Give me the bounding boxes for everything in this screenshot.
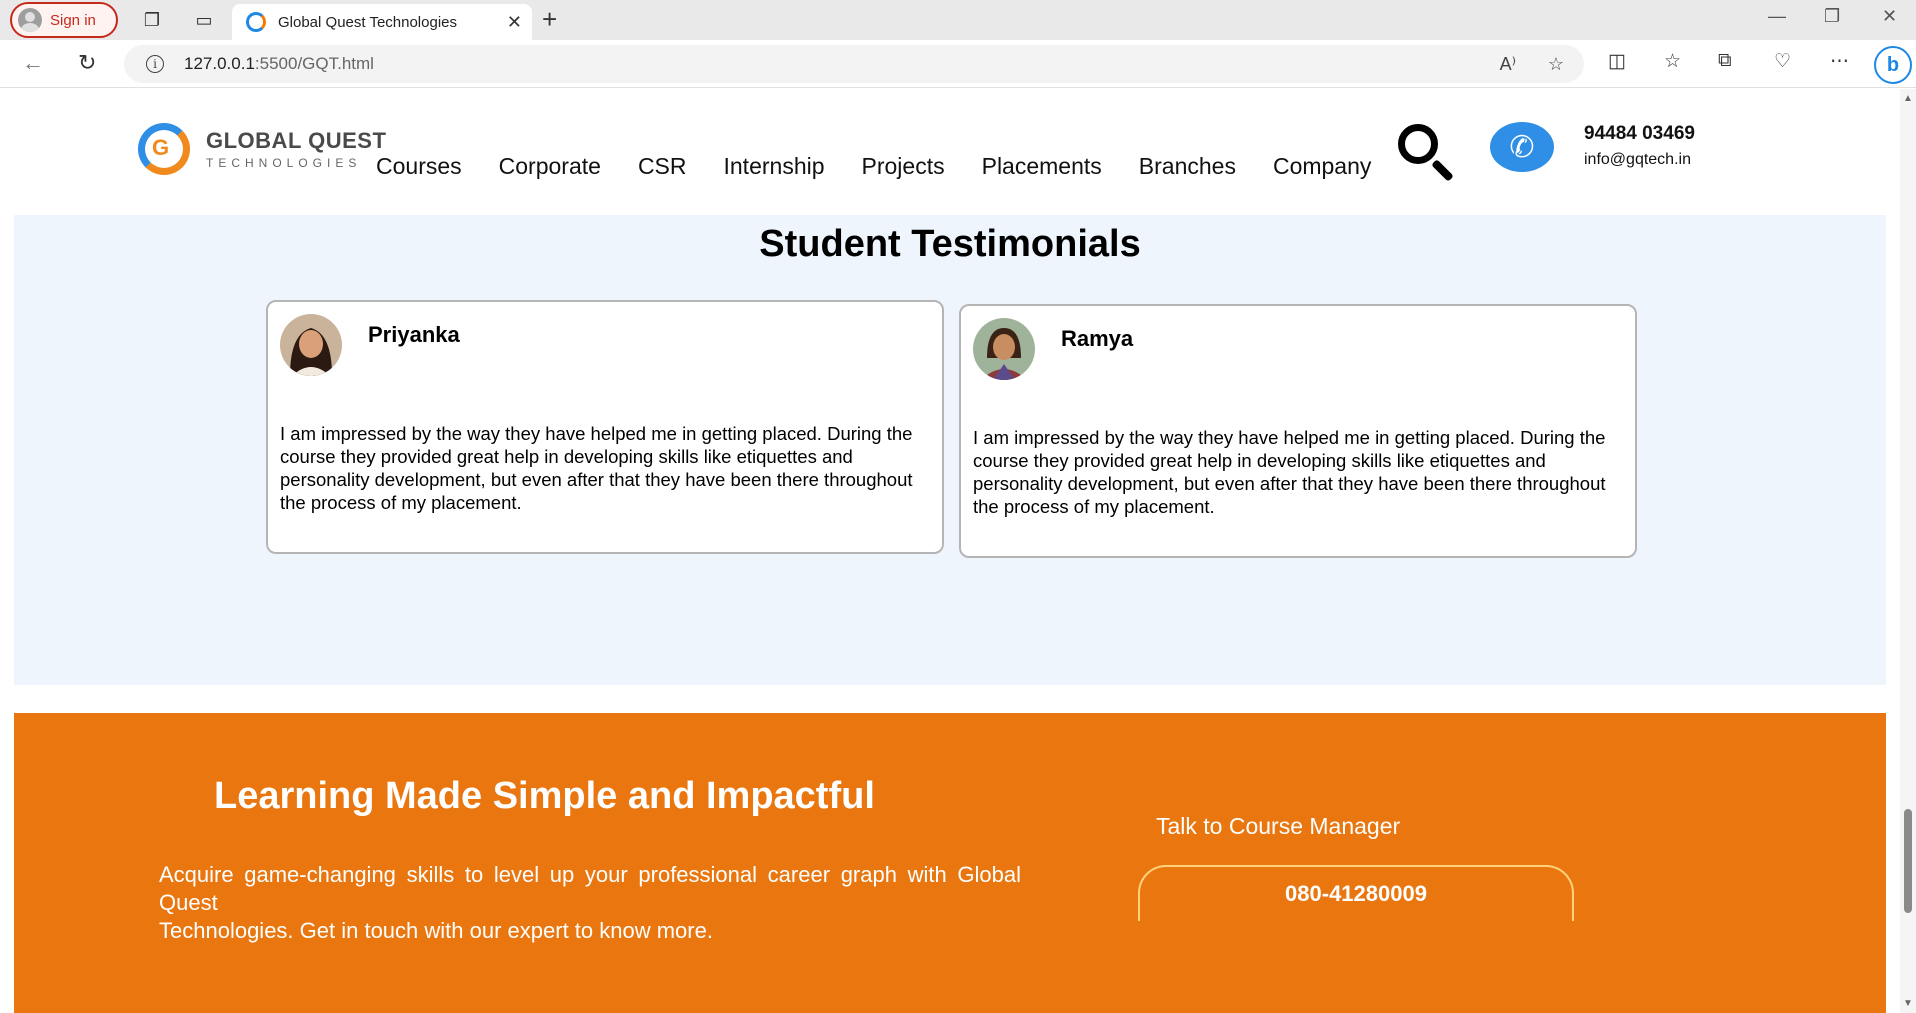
cta-title: Learning Made Simple and Impactful (214, 775, 875, 817)
testimonial-quote: I am impressed by the way they have help… (280, 423, 913, 513)
nav-company[interactable]: Company (1273, 153, 1371, 180)
collections-icon[interactable]: ⧉ (1718, 50, 1732, 72)
header-email[interactable]: info@gqtech.in (1584, 151, 1695, 169)
scroll-down-icon[interactable]: ▼ (1903, 998, 1913, 1009)
nav-csr[interactable]: CSR (638, 153, 687, 180)
workspaces-icon[interactable]: ❐ (140, 8, 164, 32)
avatar (973, 318, 1035, 380)
testimonial-name: Ramya (1061, 326, 1134, 351)
talk-to-manager-label: Talk to Course Manager (1156, 813, 1401, 839)
main-nav: Courses Corporate CSR Internship Project… (376, 153, 1408, 180)
scrollbar-thumb[interactable] (1904, 809, 1912, 913)
tab-actions-icon[interactable]: ▭ (192, 8, 216, 32)
nav-projects[interactable]: Projects (862, 153, 945, 180)
nav-internship[interactable]: Internship (724, 153, 825, 180)
favorites-icon[interactable]: ☆ (1664, 50, 1681, 73)
testimonial-quote: I am impressed by the way they have help… (973, 427, 1606, 517)
search-icon[interactable] (1396, 122, 1456, 182)
cta-text-line2: Technologies. Get in touch with our expe… (159, 918, 713, 943)
url-host: 127.0.0.1 (184, 54, 255, 73)
logo-line2: TECHNOLOGIES (206, 156, 362, 170)
url-text: 127.0.0.1:5500/GQT.html (184, 54, 374, 74)
read-aloud-icon[interactable]: A⁾ (1500, 54, 1516, 75)
refresh-icon[interactable]: ↻ (78, 50, 96, 76)
split-screen-icon[interactable]: ◫ (1608, 50, 1626, 73)
profile-avatar-icon (18, 8, 42, 32)
testimonial-card: Ramya I am impressed by the way they hav… (959, 304, 1637, 558)
site-favicon-icon (246, 12, 266, 32)
close-window-icon[interactable]: ✕ (1882, 6, 1897, 27)
browser-tab-strip: Sign in ❐ ▭ Global Quest Technologies ✕ … (0, 0, 1916, 40)
url-path: :5500/GQT.html (254, 54, 374, 73)
nav-corporate[interactable]: Corporate (499, 153, 601, 180)
minimize-icon[interactable]: — (1768, 6, 1786, 27)
address-toolbar: ← ↻ i 127.0.0.1:5500/GQT.html A⁾ ☆ (0, 40, 1916, 88)
cta-description: Acquire game-changing skills to level up… (159, 861, 1021, 945)
page-viewport: G GLOBAL QUEST TECHNOLOGIES Courses Corp… (0, 89, 1900, 1013)
site-info-icon[interactable]: i (146, 55, 164, 73)
signin-label: Sign in (50, 11, 96, 29)
call-manager-button[interactable]: 080-41280009 (1138, 865, 1574, 921)
nav-placements[interactable]: Placements (982, 153, 1102, 180)
new-tab-icon[interactable]: + (542, 4, 557, 35)
header-contact: 94484 03469 info@gqtech.in (1584, 123, 1695, 169)
testimonial-card: Priyanka I am impressed by the way they … (266, 300, 944, 554)
address-bar[interactable]: i 127.0.0.1:5500/GQT.html A⁾ ☆ (124, 45, 1584, 83)
testimonials-section: Student Testimonials Priyanka I am impre… (14, 215, 1886, 685)
tab-title: Global Quest Technologies (278, 13, 458, 31)
browser-tab-active[interactable]: Global Quest Technologies ✕ (232, 4, 532, 40)
cta-section: Learning Made Simple and Impactful Acqui… (14, 713, 1886, 1013)
restore-icon[interactable]: ❐ (1824, 6, 1840, 27)
logo-line1: GLOBAL QUEST (206, 128, 387, 153)
profile-signin-button[interactable]: Sign in (10, 2, 118, 38)
favorite-star-icon[interactable]: ☆ (1548, 54, 1564, 75)
close-tab-icon[interactable]: ✕ (507, 12, 522, 33)
testimonial-name: Priyanka (368, 322, 460, 347)
cta-text-line1: Acquire game-changing skills to level up… (159, 862, 1021, 915)
scroll-up-icon[interactable]: ▲ (1903, 93, 1913, 104)
phone-icon[interactable]: ✆ (1490, 122, 1554, 172)
header-phone[interactable]: 94484 03469 (1584, 123, 1695, 145)
more-menu-icon[interactable]: ⋯ (1830, 50, 1849, 73)
site-header: G GLOBAL QUEST TECHNOLOGIES Courses Corp… (0, 89, 1900, 215)
nav-courses[interactable]: Courses (376, 153, 462, 180)
browser-essentials-icon[interactable]: ♡ (1774, 50, 1791, 73)
page-scrollbar[interactable]: ▲ ▼ (1900, 89, 1916, 1013)
site-logo[interactable]: G GLOBAL QUEST TECHNOLOGIES (138, 123, 386, 175)
back-icon[interactable]: ← (22, 50, 44, 76)
copilot-icon[interactable]: b (1874, 46, 1912, 84)
avatar (280, 314, 342, 376)
nav-branches[interactable]: Branches (1139, 153, 1236, 180)
gqt-logo-icon: G (138, 123, 196, 175)
testimonials-title: Student Testimonials (759, 223, 1141, 265)
